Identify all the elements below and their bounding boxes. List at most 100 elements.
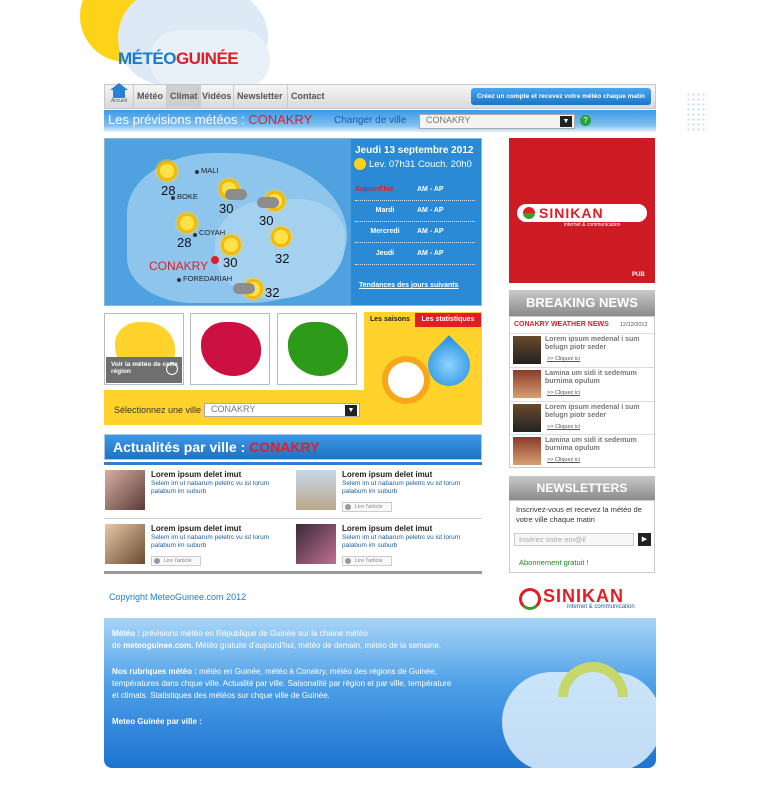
read-article-button[interactable]: Lire l'article	[151, 556, 201, 566]
capital-label[interactable]: CONAKRY	[149, 259, 208, 273]
news-summary: Selem im ut nabarum peletrc vu ist lorum…	[151, 534, 270, 549]
read-article-button[interactable]: Lire l'article	[342, 556, 392, 566]
city-label: MALI	[201, 166, 219, 175]
city-dot	[195, 170, 199, 174]
seasons-stats-panel: Les saisons Les statistiques	[364, 312, 482, 425]
city-dot	[171, 196, 175, 200]
home-button[interactable]: Accueil	[107, 83, 131, 108]
news-title[interactable]: Lorem ipsum delet imut	[151, 524, 241, 533]
divider	[104, 518, 482, 519]
site-logo[interactable]: MÉTÉOGUINÉE	[118, 49, 239, 69]
temperature: 28	[177, 235, 192, 250]
email-field[interactable]: Insérez votre em@il	[514, 533, 634, 546]
tab-statistics[interactable]: Les statistiques	[415, 313, 481, 327]
weather-map: 28 MALI BOKE 30 30 28 COYAH 30 CONAKRY 3…	[104, 138, 482, 306]
breaking-news-date: 12/12/2012	[620, 322, 648, 328]
view-region-button[interactable]: Voir la météo de cette région	[106, 357, 182, 383]
temperature: 30	[259, 213, 274, 228]
news-summary: Selem im ut nabarum peletrc vu ist lorum…	[342, 480, 461, 495]
change-city-label: Changer de ville	[334, 115, 407, 126]
tab-seasons[interactable]: Les saisons	[365, 313, 415, 327]
view-icon	[166, 363, 178, 375]
sinikan-footer-logo[interactable]: SINIKAN internet & communication	[519, 586, 654, 610]
create-account-button[interactable]: Créez un compte et recevez votre météo c…	[471, 88, 651, 105]
news-title[interactable]: Lorem ipsum delet imut	[151, 470, 241, 479]
news-title[interactable]: Lorem ipsum medenal i sum belugn piotr s…	[545, 336, 653, 352]
nav-item-meteo[interactable]: Météo	[133, 85, 166, 108]
sun-icon	[177, 213, 197, 233]
news-item[interactable]: Lorem ipsum delet imut Selem im ut nabar…	[296, 524, 476, 572]
sun-icon	[354, 158, 366, 170]
news-item[interactable]: Lorem ipsum delet imut Selem im ut nabar…	[105, 524, 285, 572]
day-row[interactable]: Mercredi AM - AP	[355, 223, 475, 243]
city-news-header: Actualités par ville : CONAKRY	[104, 434, 482, 460]
city-select-dropdown[interactable]: CONAKRY ▼	[204, 403, 360, 417]
main-nav: Accueil Météo Climat Vidéos Newsletter C…	[104, 83, 656, 109]
trends-link[interactable]: Tendances des jours suivants	[359, 282, 458, 289]
chevron-down-icon: ▼	[345, 405, 357, 416]
breaking-news-item[interactable]: Lamina um sidi it sedemum burnima opulum…	[510, 434, 654, 467]
copyright: Copyright MeteoGuinee.com 2012	[109, 592, 247, 602]
nav-item-newsletter[interactable]: Newsletter	[233, 85, 286, 108]
click-here-link[interactable]: >> Cliquez ici	[547, 457, 580, 463]
sinikan-logo-icon	[519, 588, 541, 610]
read-article-button[interactable]: Lire l'article	[342, 502, 392, 512]
news-title[interactable]: Lorem ipsum delet imut	[342, 470, 432, 479]
forecast-date: Jeudi 13 septembre 2012	[355, 145, 474, 156]
sinikan-logo: SINIKAN	[517, 204, 647, 222]
city-select[interactable]: CONAKRY ▼	[419, 114, 575, 129]
free-subscription-label: Abonnement gratuit !	[519, 558, 589, 567]
day-row[interactable]: Jeudi AM - AP	[355, 245, 475, 265]
newsletter-header: NEWSLETTERS	[509, 476, 655, 500]
sinikan-logo-icon	[523, 207, 535, 219]
news-thumbnail	[513, 404, 541, 432]
forecast-bar: Les prévisions météos : CONAKRY Changer …	[104, 110, 656, 132]
news-thumbnail	[105, 470, 145, 510]
nav-item-videos[interactable]: Vidéos	[198, 85, 234, 108]
footer-info: Météo : prévisions météo en République d…	[104, 618, 656, 768]
news-item[interactable]: Lorem ipsum delet imut Selem im ut nabar…	[105, 470, 285, 518]
submit-arrow-icon[interactable]: ▶	[638, 533, 651, 546]
news-thumbnail	[513, 370, 541, 398]
breaking-news-header: BREAKING NEWS	[509, 290, 655, 316]
city-label: COYAH	[199, 228, 226, 237]
nav-item-climat[interactable]: Climat	[166, 85, 201, 108]
forecast-title: Les prévisions météos : CONAKRY	[108, 112, 313, 127]
breaking-news-item[interactable]: Lorem ipsum medenal i sum belugn piotr s…	[510, 333, 654, 366]
breaking-news-box: CONAKRY WEATHER NEWS 12/12/2012 Lorem ip…	[509, 316, 655, 468]
news-summary: Selem im ut nabarum peletrc vu ist lorum…	[151, 480, 270, 495]
temperature: 30	[219, 201, 234, 216]
region-thumbnail[interactable]: Voir la météo de cette région	[104, 313, 184, 385]
city-select-bar: Sélectionnez une ville : CONAKRY ▼	[104, 390, 364, 425]
click-here-link[interactable]: >> Cliquez ici	[547, 424, 580, 430]
news-title[interactable]: Lamina um sidi it sedemum burnima opulum	[545, 437, 653, 453]
region-thumbnail[interactable]	[190, 313, 270, 385]
click-here-link[interactable]: >> Cliquez ici	[547, 390, 580, 396]
home-icon	[110, 83, 128, 98]
city-select-label: Sélectionnez une ville :	[114, 405, 207, 415]
news-thumbnail	[296, 524, 336, 564]
newsletter-box: Inscrivez-vous et recevez la météo de vo…	[509, 500, 655, 573]
breaking-news-item[interactable]: Lorem ipsum medenal i sum belugn piotr s…	[510, 401, 654, 434]
day-row[interactable]: Aujourd'hui AM - AP	[355, 181, 475, 201]
help-icon[interactable]: ?	[580, 115, 591, 126]
ad-banner[interactable]: SINIKAN internet & communication PUB	[509, 138, 655, 283]
temperature: 32	[275, 251, 290, 266]
news-title[interactable]: Lamina um sidi it sedemum burnima opulum	[545, 370, 653, 386]
news-item[interactable]: Lorem ipsum delet imut Selem im ut nabar…	[296, 470, 476, 518]
news-thumbnail	[296, 470, 336, 510]
click-here-link[interactable]: >> Cliquez ici	[547, 356, 580, 362]
nav-item-contact[interactable]: Contact	[287, 85, 328, 108]
breaking-news-item[interactable]: Lamina um sidi it sedemum burnima opulum…	[510, 367, 654, 400]
news-title[interactable]: Lorem ipsum medenal i sum belugn piotr s…	[545, 404, 653, 420]
news-title[interactable]: Lorem ipsum delet imut	[342, 524, 432, 533]
sunrise-sunset: Lev. 07h31 Couch. 20h0	[369, 159, 472, 170]
footer-paragraph: Météo : prévisions météo en République d…	[112, 629, 442, 650]
day-row[interactable]: Mardi AM - AP	[355, 202, 475, 222]
temperature: 30	[223, 255, 238, 270]
region-thumbnail[interactable]	[277, 313, 357, 385]
news-thumbnail	[513, 336, 541, 364]
city-dot	[193, 233, 197, 237]
ad-label: PUB	[632, 272, 645, 278]
footer-paragraph: Meteo Guinée par ville :	[112, 717, 202, 726]
